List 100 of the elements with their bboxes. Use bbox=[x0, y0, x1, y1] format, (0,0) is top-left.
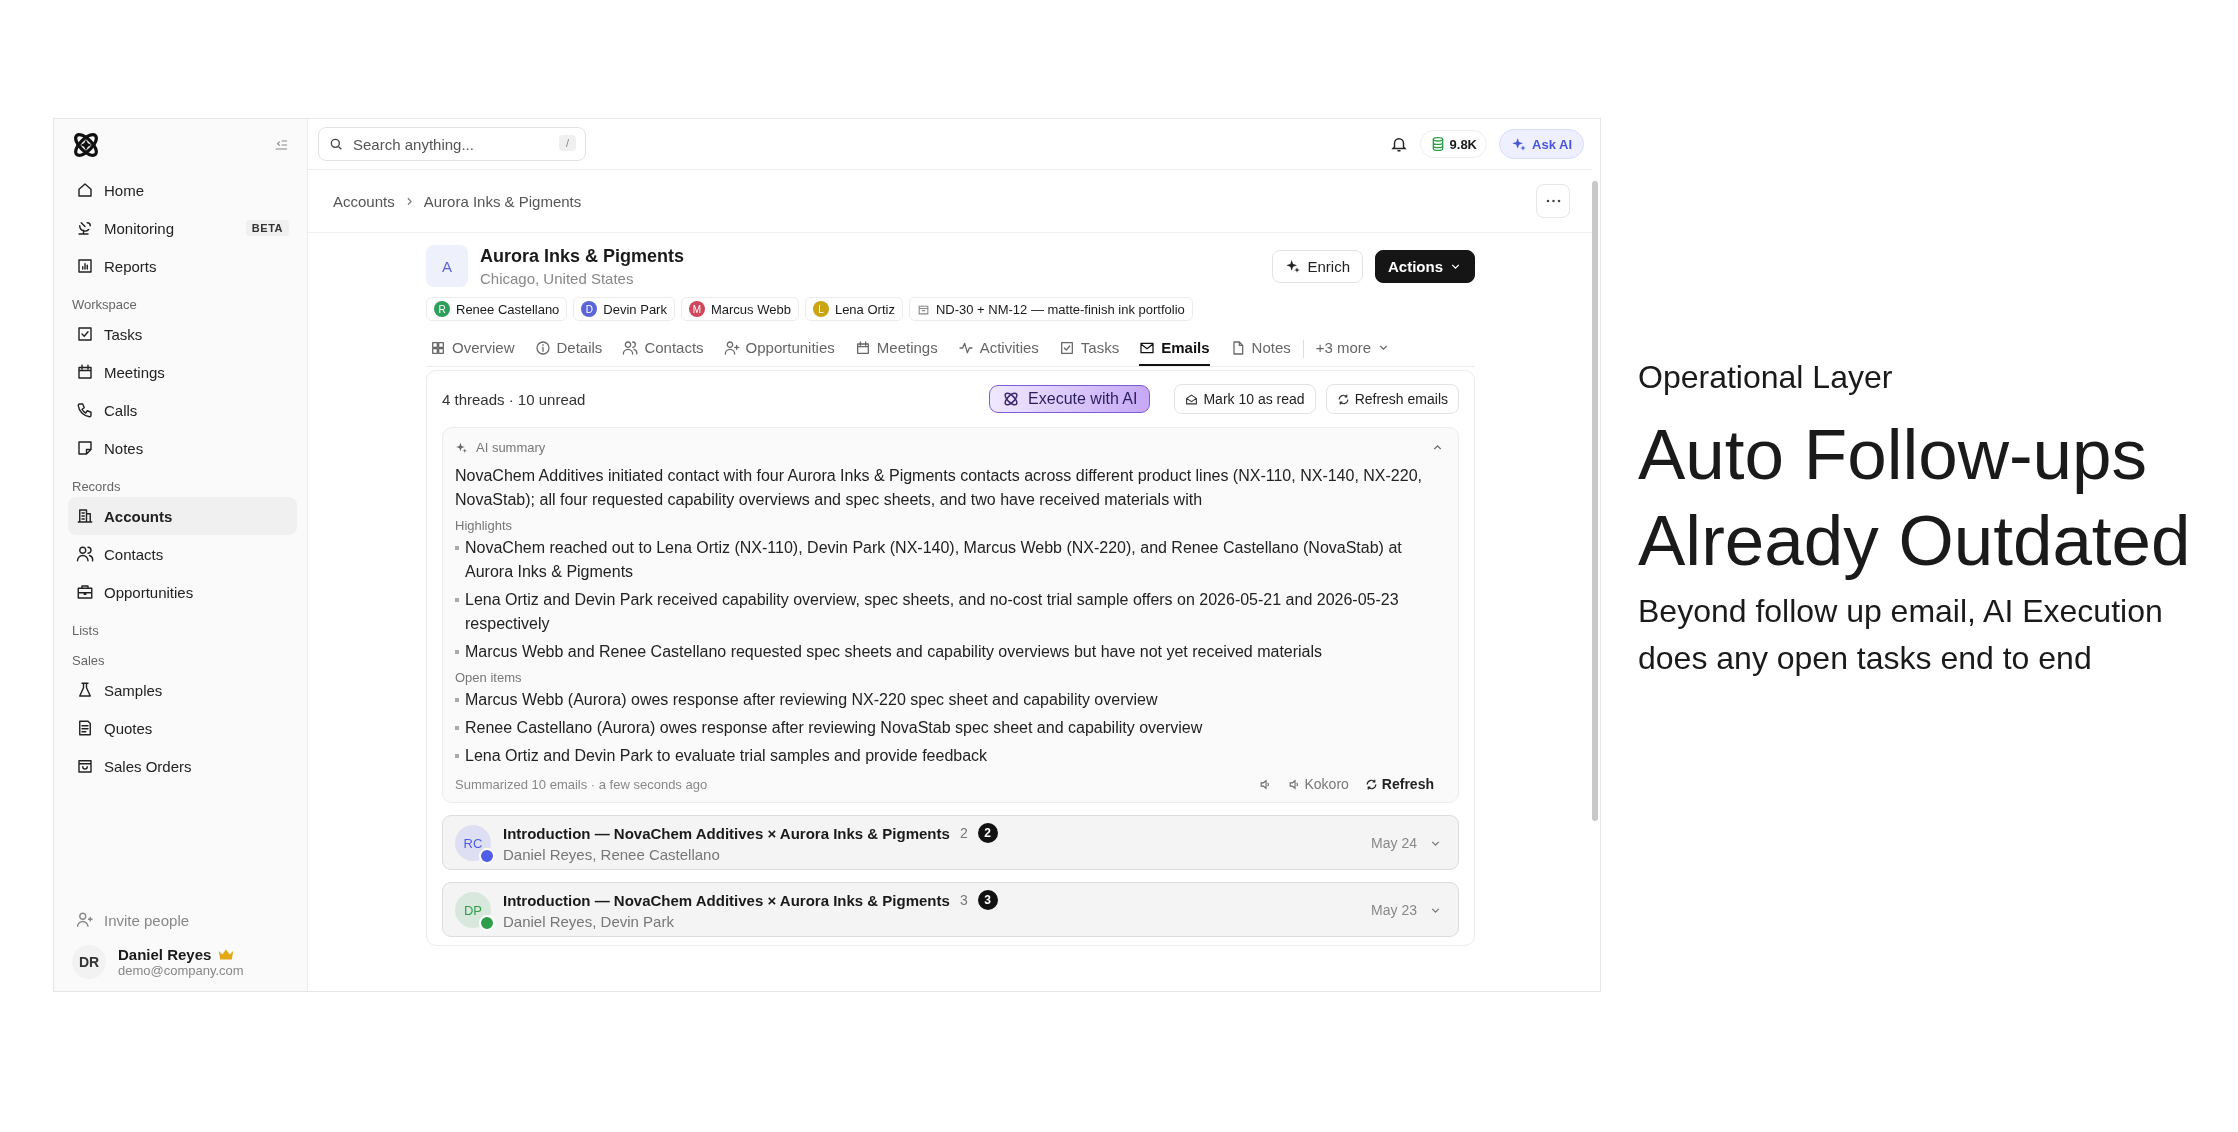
email-thread-row[interactable]: DP Introduction — NovaChem Additives × Aurora Inks & Pigments 3 3 Daniel Reyes, Devin Park May 23 bbox=[442, 882, 1459, 937]
ask-ai-button[interactable]: Ask AI bbox=[1499, 129, 1584, 159]
initial-dot: R bbox=[434, 301, 450, 317]
summary-text: NovaChem Additives initiated contact with four Aurora Inks & Pigments contacts across different product lines (NX-110, NX-140, NX-220, NovaStab); all four requested capability overviews and spec sheets, and two have received materials with bbox=[455, 466, 1423, 510]
tab[interactable]: Details bbox=[534, 331, 603, 366]
voice-selector[interactable]: Kokoro bbox=[1287, 776, 1349, 792]
tab[interactable]: Opportunities bbox=[723, 331, 835, 366]
invite-people-link[interactable]: Invite people bbox=[68, 901, 297, 939]
info-icon bbox=[534, 339, 551, 356]
summary-list-item: NovaChem reached out to Lena Ortiz (NX-110), Devin Park (NX-140), Marcus Webb (NX-220), and Renee Castellano (NovaStab) at Aurora Inks & Pigments bbox=[465, 538, 1403, 582]
sidebar-item[interactable]: Home bbox=[68, 171, 297, 209]
summary-title: AI summary bbox=[476, 439, 546, 455]
calendar-icon bbox=[76, 363, 94, 381]
summary-group-heading: Highlights bbox=[455, 518, 514, 533]
tab[interactable]: Activities bbox=[957, 331, 1039, 366]
product-chip[interactable]: ND-30 + NM-12 — matte-finish ink portfolio bbox=[908, 297, 1193, 321]
thread-date: May 24 bbox=[1371, 835, 1417, 851]
tab[interactable]: Contacts bbox=[622, 331, 704, 366]
contact-chip[interactable]: L Lena Ortiz bbox=[804, 297, 903, 321]
actions-dropdown-button[interactable]: Actions bbox=[1375, 249, 1475, 283]
sidebar-item[interactable]: Notes bbox=[68, 429, 297, 467]
chart-icon bbox=[76, 257, 94, 275]
sidebar-item[interactable]: Quotes bbox=[68, 709, 297, 747]
tab[interactable]: Emails bbox=[1139, 331, 1210, 366]
ellipsis-icon bbox=[1545, 199, 1561, 203]
caption-headline: Already Outdated bbox=[1638, 500, 2192, 582]
breadcrumb-link[interactable]: Aurora Inks & Pigments bbox=[423, 192, 582, 210]
message-count: 3 bbox=[959, 892, 968, 908]
home-icon bbox=[76, 181, 94, 199]
tab[interactable]: Notes bbox=[1229, 331, 1291, 366]
envelope-open-icon bbox=[1185, 392, 1199, 406]
sidebar-item[interactable]: Sales Orders bbox=[68, 747, 297, 785]
user-avatar: DR bbox=[72, 945, 106, 979]
initial-dot: L bbox=[812, 301, 829, 317]
thread-status: 4 threads · 10 unread bbox=[442, 390, 586, 408]
contact-chip[interactable]: R Renee Castellano bbox=[426, 297, 568, 321]
mark-read-button[interactable]: Mark 10 as read bbox=[1174, 384, 1316, 414]
thread-participants: Daniel Reyes, Renee Castellano bbox=[503, 846, 721, 863]
bag-icon bbox=[76, 757, 94, 775]
checkbox-icon bbox=[76, 325, 94, 343]
sidebar-item[interactable]: Tasks bbox=[68, 315, 297, 353]
summary-list-item: Marcus Webb and Renee Castellano requested spec sheets and capability overviews but have not yet received materials bbox=[465, 642, 1323, 662]
sidebar-item[interactable]: Opportunities bbox=[68, 573, 297, 611]
refresh-summary-button[interactable]: Refresh bbox=[1364, 776, 1434, 792]
checkbox-icon bbox=[1058, 339, 1075, 356]
atom-icon bbox=[1002, 390, 1021, 408]
summary-list-item: Renee Castellano (Aurora) owes response after reviewing NovaStab spec sheet and capability overview bbox=[465, 718, 1203, 738]
refresh-emails-button[interactable]: Refresh emails bbox=[1325, 384, 1459, 414]
tab[interactable]: Meetings bbox=[854, 331, 938, 366]
sidebar-item[interactable]: Reports bbox=[68, 247, 297, 285]
thread-subject: Introduction — NovaChem Additives × Aurora Inks & Pigments bbox=[503, 891, 950, 909]
credits-count: 9.8K bbox=[1449, 136, 1477, 152]
more-tabs-dropdown[interactable]: +3 more bbox=[1315, 331, 1391, 366]
email-thread-row[interactable]: RC Introduction — NovaChem Additives × Aurora Inks & Pigments 2 2 Daniel Reyes, Renee Castellano May 24 bbox=[442, 815, 1459, 870]
crown-icon bbox=[217, 948, 236, 961]
summary-list-item: Marcus Webb (Aurora) owes response after reviewing NX-220 spec sheet and capability overview bbox=[465, 690, 1158, 710]
enrich-button[interactable]: Enrich bbox=[1272, 249, 1363, 283]
caption-eyebrow: Operational Layer bbox=[1638, 359, 1894, 396]
section-heading: Sales bbox=[72, 653, 106, 668]
refresh-icon bbox=[1364, 777, 1378, 791]
speaker-icon bbox=[1287, 777, 1301, 791]
sidebar-item[interactable]: Contacts bbox=[68, 535, 297, 573]
account-location: Chicago, United States bbox=[480, 269, 635, 287]
refresh-icon bbox=[1336, 392, 1350, 406]
caption-body: Beyond follow up email, AI Execution does any open tasks end to end bbox=[1638, 592, 2164, 678]
sidebar-item[interactable]: Monitoring BETA bbox=[68, 209, 297, 247]
tab[interactable]: Overview bbox=[430, 331, 515, 366]
sidebar-item[interactable]: Calls bbox=[68, 391, 297, 429]
sidebar-item[interactable]: Samples bbox=[68, 671, 297, 709]
briefcase-icon bbox=[76, 583, 94, 601]
unread-count-badge: 2 bbox=[977, 823, 998, 843]
thread-subject: Introduction — NovaChem Additives × Aurora Inks & Pigments bbox=[503, 824, 950, 842]
sidebar-item[interactable]: Accounts bbox=[68, 497, 297, 535]
speaker-icon[interactable] bbox=[1258, 777, 1272, 791]
flask-icon bbox=[76, 681, 94, 699]
sidebar-item[interactable]: Meetings bbox=[68, 353, 297, 391]
people-icon bbox=[622, 339, 639, 356]
sparkle-icon bbox=[1511, 136, 1527, 152]
caption-headline: Auto Follow-ups bbox=[1638, 414, 2149, 496]
notification-bell-icon[interactable] bbox=[1389, 135, 1408, 153]
section-heading: Lists bbox=[72, 623, 100, 638]
scrollbar-thumb[interactable] bbox=[1592, 181, 1598, 821]
breadcrumb-link[interactable]: Accounts bbox=[333, 192, 395, 210]
contact-chip[interactable]: M Marcus Webb bbox=[680, 297, 799, 321]
section-heading: Records bbox=[72, 479, 122, 494]
note-icon bbox=[76, 439, 94, 457]
grid-icon bbox=[430, 339, 446, 356]
account-avatar: A bbox=[426, 245, 468, 287]
document-icon bbox=[76, 719, 94, 737]
tab[interactable]: Tasks bbox=[1058, 331, 1120, 366]
summary-footer-text: Summarized 10 emails · a few seconds ago bbox=[455, 776, 708, 792]
summary-list-item: Lena Ortiz and Devin Park to evaluate trial samples and provide feedback bbox=[465, 746, 988, 766]
contact-chip[interactable]: D Devin Park bbox=[573, 297, 675, 321]
execute-with-ai-button[interactable]: Execute with AI bbox=[989, 385, 1151, 413]
summary-group-heading: Open items bbox=[455, 670, 523, 685]
thread-participants: Daniel Reyes, Devin Park bbox=[503, 913, 675, 930]
person-plus-icon bbox=[76, 911, 94, 929]
thread-date: May 23 bbox=[1371, 902, 1417, 918]
building-icon bbox=[76, 507, 94, 525]
initial-dot: D bbox=[581, 301, 598, 317]
